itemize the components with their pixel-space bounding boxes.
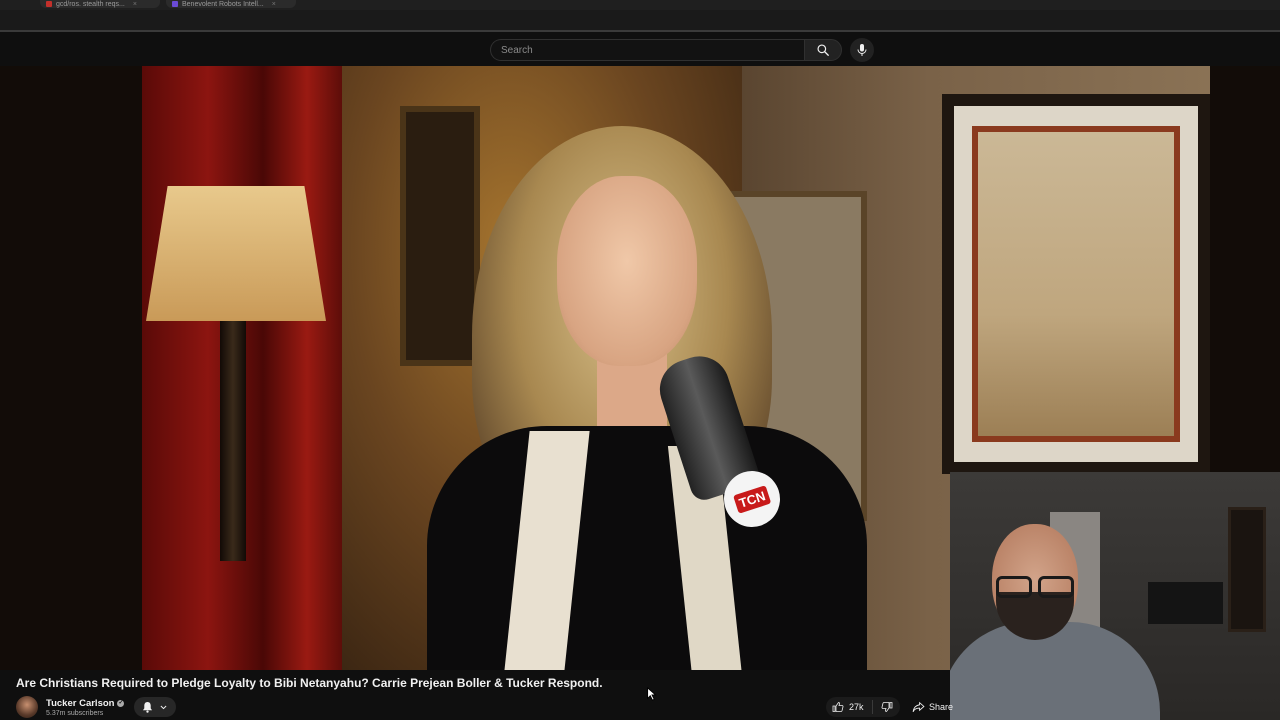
search-input[interactable] xyxy=(501,44,804,56)
browser-tab-strip: gcd/ros. stealth reqs... × Benevolent Ro… xyxy=(0,0,1280,10)
webcam-overlay xyxy=(950,472,1280,720)
channel-info: Tucker Carlson ✓ 5.37m subscribers xyxy=(16,694,226,720)
tab-label: gcd/ros. stealth reqs... xyxy=(56,0,125,8)
guest-face xyxy=(557,176,697,366)
framed-tapestry xyxy=(942,94,1210,474)
share-icon xyxy=(912,701,925,713)
guest-jacket xyxy=(427,426,867,670)
microphone-icon xyxy=(856,43,868,57)
like-dislike-group: 27k xyxy=(826,697,900,717)
streamer-glasses xyxy=(990,576,1080,598)
browser-tab[interactable]: gcd/ros. stealth reqs... × xyxy=(40,0,160,8)
dislike-button[interactable] xyxy=(873,697,900,717)
search-icon xyxy=(816,43,830,57)
tab-label: Benevolent Robots Intell... xyxy=(182,0,264,8)
like-count: 27k xyxy=(849,702,864,712)
verified-icon: ✓ xyxy=(117,699,125,707)
thumbs-up-icon xyxy=(832,701,844,713)
tab-favicon-icon xyxy=(46,1,52,7)
browser-tab[interactable]: Benevolent Robots Intell... × xyxy=(166,0,296,8)
mouse-cursor-icon xyxy=(646,687,658,701)
browser-toolbar xyxy=(0,10,1280,32)
channel-name[interactable]: Tucker Carlson xyxy=(46,698,114,709)
subscriber-count: 5.37m subscribers xyxy=(46,709,104,717)
video-title: Are Christians Required to Pledge Loyalt… xyxy=(16,676,603,690)
youtube-header xyxy=(0,34,1280,66)
search-box xyxy=(490,39,804,61)
close-icon[interactable]: × xyxy=(272,1,276,8)
like-button[interactable]: 27k xyxy=(826,697,872,717)
thumbs-down-icon xyxy=(881,701,893,713)
tab-favicon-icon xyxy=(172,1,178,7)
share-label: Share xyxy=(929,702,954,712)
avatar[interactable] xyxy=(16,696,38,718)
chevron-down-icon xyxy=(159,703,168,712)
voice-search-button[interactable] xyxy=(850,38,874,62)
background-curtain xyxy=(142,66,362,670)
bell-icon xyxy=(142,701,153,713)
notification-button[interactable] xyxy=(134,697,176,717)
wall-painting xyxy=(400,106,480,366)
share-button[interactable]: Share xyxy=(906,697,954,717)
streamer-hoodie xyxy=(950,622,1160,720)
lamp-base xyxy=(220,321,246,561)
search-button[interactable] xyxy=(804,39,842,61)
lamp-shade xyxy=(146,186,326,321)
close-icon[interactable]: × xyxy=(133,1,137,8)
